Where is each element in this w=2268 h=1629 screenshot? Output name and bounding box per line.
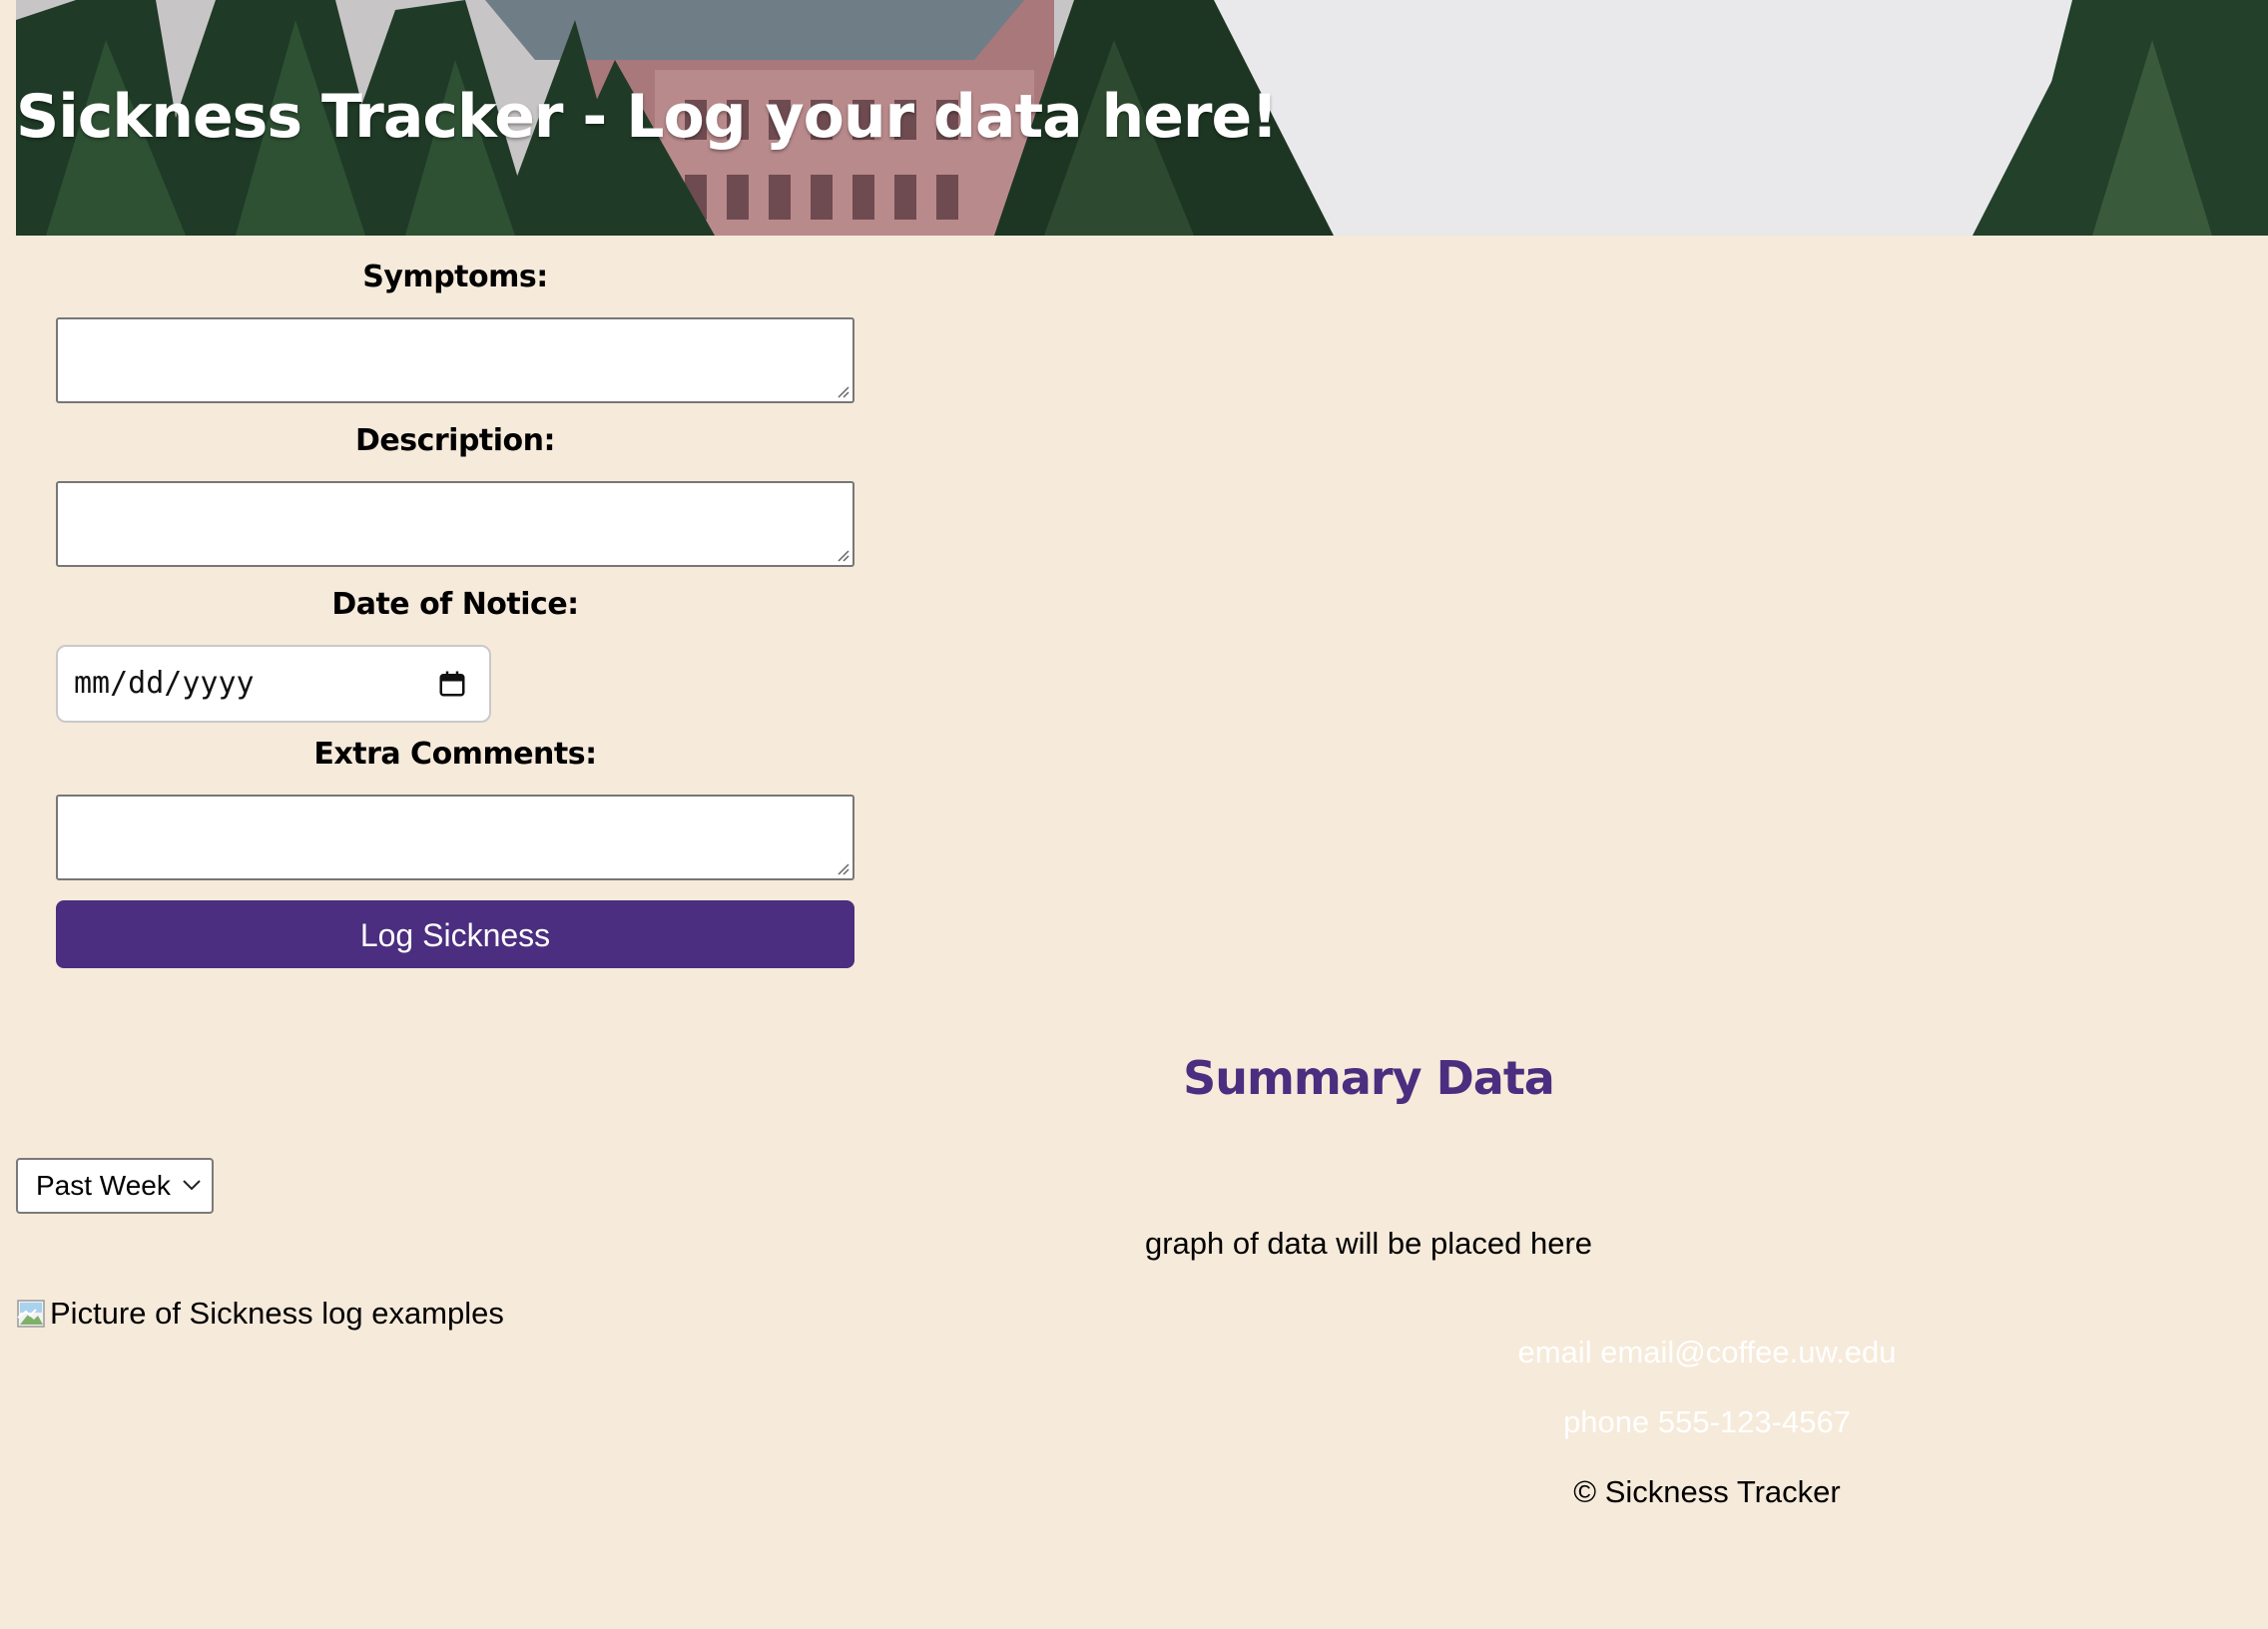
page: Sickness Tracker - Log your data here! S… [0, 0, 2268, 1629]
chevron-down-icon [183, 1180, 201, 1191]
time-range-select[interactable]: Past Week [16, 1158, 214, 1214]
resize-handle-icon[interactable] [836, 384, 850, 398]
broken-image-icon [17, 1300, 45, 1328]
image-alt-text: Picture of Sickness log examples [50, 1296, 504, 1331]
date-placeholder: mm/dd/yyyy [74, 666, 255, 701]
sickness-log-form: Symptoms: Description: Date of Notice: m… [56, 260, 854, 968]
resize-handle-icon[interactable] [836, 548, 850, 562]
log-sickness-button[interactable]: Log Sickness [56, 900, 854, 968]
footer: email email@coffee.uw.edu phone 555-123-… [1408, 1328, 2006, 1537]
date-of-notice-label: Date of Notice: [331, 587, 579, 622]
page-title: Sickness Tracker - Log your data here! [16, 82, 1279, 152]
symptoms-label: Symptoms: [362, 260, 548, 294]
calendar-icon[interactable] [437, 669, 467, 699]
summary-title: Summary Data [1183, 1051, 1555, 1105]
footer-email[interactable]: email email@coffee.uw.edu [1408, 1328, 2006, 1397]
extra-comments-textarea[interactable] [56, 795, 854, 880]
resize-handle-icon[interactable] [836, 861, 850, 875]
symptoms-textarea[interactable] [56, 317, 854, 403]
sickness-log-image: Picture of Sickness log examples [16, 1294, 504, 1334]
description-label: Description: [354, 423, 556, 458]
footer-copyright: © Sickness Tracker [1573, 1474, 1841, 1509]
header-banner: Sickness Tracker - Log your data here! [16, 0, 2268, 236]
extra-comments-label: Extra Comments: [313, 737, 597, 772]
graph-placeholder-text: graph of data will be placed here [1144, 1226, 1593, 1261]
footer-phone[interactable]: phone 555-123-4567 [1408, 1397, 2006, 1467]
date-of-notice-input[interactable]: mm/dd/yyyy [56, 645, 491, 723]
time-range-selected: Past Week [36, 1170, 171, 1201]
description-textarea[interactable] [56, 481, 854, 567]
